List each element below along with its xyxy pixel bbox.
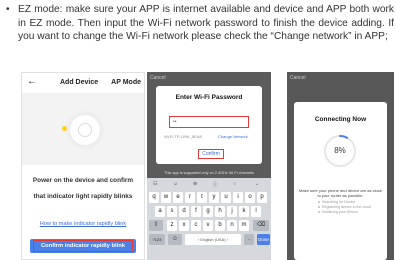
password-input[interactable]: •• [169, 116, 249, 128]
step-dot-icon [318, 211, 320, 214]
emoji-key-icon[interactable]: ☺ [168, 234, 182, 245]
cancel-link[interactable]: Cancel [290, 75, 306, 81]
keyboard-toolbar: ☷ ☺ ⊕ ⓘ ○ ⌄ [147, 178, 271, 190]
instruction-line-1: Power on the device and confirm [32, 177, 134, 184]
emoji-icon[interactable]: ☺ [173, 181, 178, 187]
circle-icon[interactable]: ○ [233, 181, 236, 187]
confirm-button[interactable]: Confirm [198, 149, 224, 159]
connecting-card: Connecting Now 8% Make sure your phone a… [294, 102, 387, 260]
step-list: Searching for Device Registering device … [318, 200, 371, 215]
cancel-link[interactable]: Cancel [150, 75, 166, 81]
info-icon[interactable]: ⓘ [213, 181, 218, 188]
header: ← Add Device AP Mode [22, 73, 144, 93]
key[interactable]: r [185, 192, 195, 203]
device-button [78, 123, 92, 137]
proximity-hint: Make sure your phone and device are as c… [299, 188, 382, 198]
key[interactable]: l [251, 206, 261, 217]
step-item: Initializing your Device [318, 210, 371, 215]
key[interactable]: x [179, 220, 189, 231]
channel-note: This app is supported only on 2.4GHz Wi-… [164, 171, 254, 175]
step-dot-icon [318, 201, 320, 204]
indicator-light-icon [62, 126, 67, 131]
key[interactable]: w [161, 192, 171, 203]
help-link[interactable]: How to make indicator rapidly blink [22, 221, 144, 227]
key[interactable]: m [239, 220, 249, 231]
key[interactable]: j [227, 206, 237, 217]
key[interactable]: n [227, 220, 237, 231]
key[interactable]: h [215, 206, 225, 217]
screenshot-connecting: Cancel Connecting Now 8% Make sure your … [287, 72, 394, 260]
ap-mode-link[interactable]: AP Mode [111, 79, 141, 86]
grid-icon[interactable]: ☷ [153, 181, 157, 187]
globe-icon[interactable]: ⊕ [193, 181, 197, 187]
key[interactable]: t [197, 192, 207, 203]
shift-key-icon[interactable]: ⇧ [149, 220, 163, 231]
step-dot-icon [318, 206, 320, 209]
key-row-3: ⇧ z x c v b n m ⌫ [147, 220, 271, 232]
key[interactable]: d [179, 206, 189, 217]
key[interactable]: i [233, 192, 243, 203]
keyboard: ☷ ☺ ⊕ ⓘ ○ ⌄ q w e r t y u i o p a s d f … [147, 178, 271, 260]
key-row-2: a s d f g h j k l [147, 206, 271, 218]
key[interactable]: y [209, 192, 219, 203]
key[interactable]: v [203, 220, 213, 231]
key-row-4: ?123 ☺ ‹ English (USA) › . Done [147, 234, 271, 246]
period-key[interactable]: . [244, 234, 254, 245]
bullet: • [6, 4, 10, 15]
instruction-line-2: that indicator light rapidly blinks [33, 193, 133, 200]
step-label: Initializing your Device [322, 210, 358, 214]
key[interactable]: q [149, 192, 159, 203]
key[interactable]: k [239, 206, 249, 217]
ssid-label: Wi-Fi TP-LINK_5EA8 [164, 134, 202, 139]
wifi-dialog: Enter Wi-Fi Password •• Wi-Fi TP-LINK_5E… [156, 86, 262, 164]
screenshot-add-device: ← Add Device AP Mode Power on the device… [21, 72, 145, 260]
key[interactable]: f [191, 206, 201, 217]
step-label: Registering device to the cloud [322, 205, 372, 209]
step-label: Searching for Device [322, 200, 356, 204]
key[interactable]: a [155, 206, 165, 217]
key[interactable]: p [257, 192, 267, 203]
key[interactable]: o [245, 192, 255, 203]
backspace-key-icon[interactable]: ⌫ [253, 220, 269, 231]
instruction-panel: Power on the device and confirm that ind… [22, 165, 144, 259]
instruction-paragraph: • EZ mode: make sure your APP is interne… [6, 3, 394, 44]
dialog-title: Enter Wi-Fi Password [175, 94, 243, 101]
key[interactable]: e [173, 192, 183, 203]
key[interactable]: c [191, 220, 201, 231]
screenshot-wifi-password: Cancel Enter Wi-Fi Password •• Wi-Fi TP-… [147, 72, 271, 260]
progress-percent: 8% [334, 146, 346, 155]
space-bar[interactable]: ‹ English (USA) › [185, 234, 241, 245]
key-row-1: q w e r t y u i o p [147, 192, 271, 204]
key[interactable]: b [215, 220, 225, 231]
connecting-title: Connecting Now [314, 116, 367, 123]
key[interactable]: z [167, 220, 177, 231]
instruction-text: EZ mode: make sure your APP is internet … [18, 4, 394, 43]
change-network-link[interactable]: Change Network [218, 134, 248, 139]
device-illustration [56, 111, 112, 149]
key[interactable]: u [221, 192, 231, 203]
device-glow [70, 115, 100, 145]
back-arrow-icon[interactable]: ← [27, 76, 37, 87]
done-key[interactable]: Done [257, 234, 270, 245]
highlight-box [33, 240, 133, 252]
key[interactable]: s [167, 206, 177, 217]
key[interactable]: g [203, 206, 213, 217]
numbers-key[interactable]: ?123 [149, 234, 165, 245]
collapse-icon[interactable]: ⌄ [255, 181, 259, 187]
page-title: Add Device [60, 79, 99, 86]
